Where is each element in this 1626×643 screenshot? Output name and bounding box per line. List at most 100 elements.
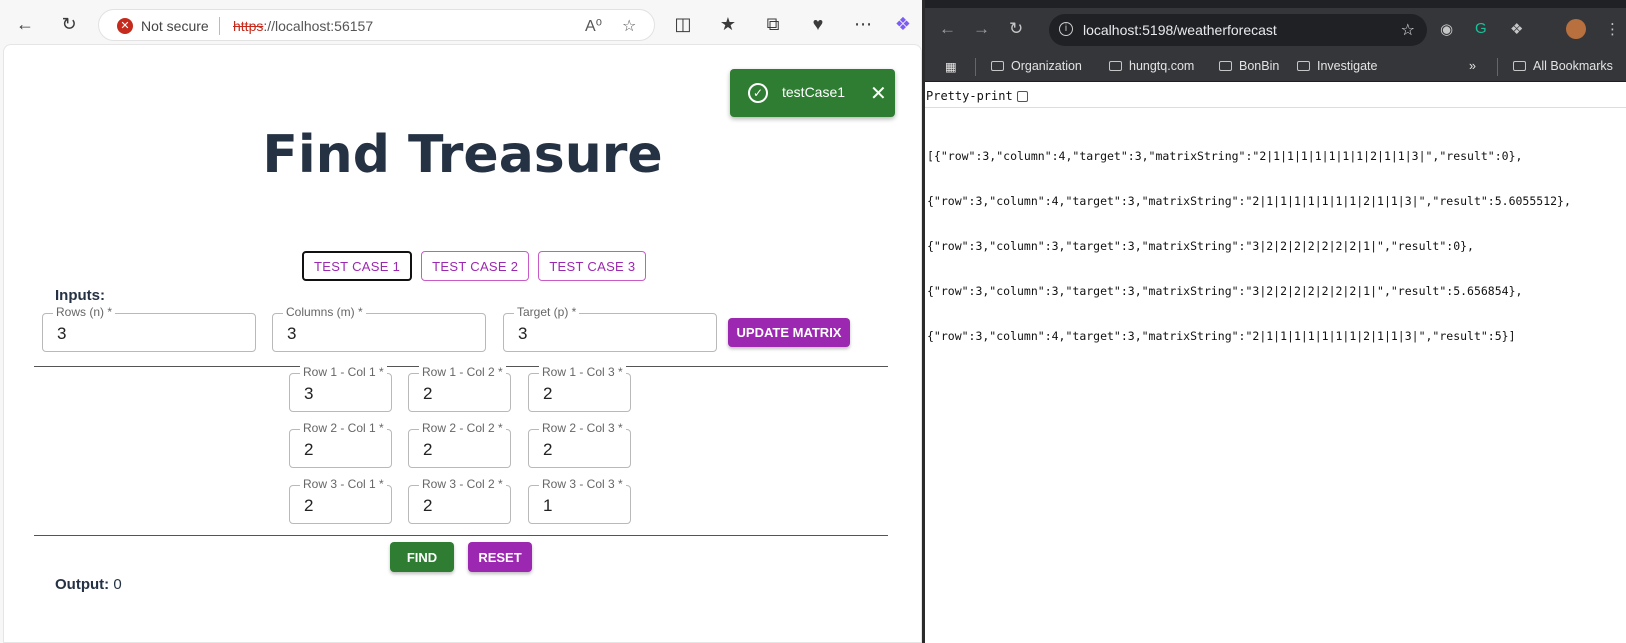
columns-field-value: 3 xyxy=(287,324,297,343)
chrome-browser-window: ← → ↻ i localhost:5198/weatherforecast ☆… xyxy=(925,0,1626,643)
pretty-print-checkbox[interactable] xyxy=(1016,90,1028,102)
close-icon[interactable]: ✕ xyxy=(870,81,887,106)
web-page: Find Treasure TEST CASE 1 TEST CASE 2 TE… xyxy=(3,44,922,643)
camera-icon[interactable]: ◉ xyxy=(1440,20,1453,38)
bookmark-hungtq[interactable]: hungtq.com xyxy=(1109,59,1194,73)
pretty-print-divider xyxy=(925,107,1626,108)
favorite-star-icon[interactable]: ☆ xyxy=(622,16,636,36)
profile-avatar[interactable] xyxy=(1566,19,1586,39)
matrix-cell-r3c2[interactable]: Row 3 - Col 2 * 2 xyxy=(408,477,511,524)
chrome-menu-icon[interactable]: ⋮ xyxy=(1605,20,1620,38)
back-icon[interactable]: ← xyxy=(10,9,40,39)
matrix-cell-r3c3[interactable]: Row 3 - Col 3 * 1 xyxy=(528,477,631,524)
matrix-cell-value: 2 xyxy=(543,384,553,403)
all-bookmarks-label: All Bookmarks xyxy=(1533,59,1613,73)
target-field[interactable]: Target (p) * 3 xyxy=(503,305,717,352)
json-line: {"row":3,"column":3,"target":3,"matrixSt… xyxy=(927,239,1474,253)
matrix-cell-label: Row 1 - Col 3 * xyxy=(539,365,626,379)
split-screen-icon[interactable]: ◫ xyxy=(668,9,698,39)
more-bookmarks-icon[interactable]: » xyxy=(1469,59,1476,73)
back-icon[interactable]: ← xyxy=(939,19,956,39)
bookmark-label: BonBin xyxy=(1239,59,1280,73)
all-bookmarks[interactable]: All Bookmarks xyxy=(1513,59,1613,73)
bookmark-label: Organization xyxy=(1011,59,1082,73)
output-label: Output: xyxy=(55,576,110,593)
matrix-cell-label: Row 3 - Col 1 * xyxy=(300,477,387,491)
read-aloud-icon[interactable]: A⁰ xyxy=(585,16,602,36)
grammarly-icon[interactable]: G xyxy=(1475,20,1487,37)
favorites-icon[interactable]: ★ xyxy=(713,9,743,39)
matrix-cell-label: Row 1 - Col 2 * xyxy=(419,365,506,379)
matrix-cell-r1c1[interactable]: Row 1 - Col 1 * 3 xyxy=(289,365,392,412)
json-line: {"row":3,"column":4,"target":3,"matrixSt… xyxy=(927,329,1516,343)
divider-bottom xyxy=(34,535,888,536)
edge-address-bar[interactable]: ✕ Not secure https://localhost:56157 A⁰ … xyxy=(98,9,655,41)
update-matrix-button[interactable]: UPDATE MATRIX xyxy=(728,318,850,347)
matrix-cell-value: 2 xyxy=(304,496,314,515)
bookmark-investigate[interactable]: Investigate xyxy=(1297,59,1377,73)
json-line: [{"row":3,"column":4,"target":3,"matrixS… xyxy=(927,149,1523,163)
matrix-cell-value: 2 xyxy=(423,384,433,403)
bookmark-separator xyxy=(1497,58,1498,76)
test-case-2-button[interactable]: TEST CASE 2 xyxy=(421,251,530,281)
matrix-cell-r3c1[interactable]: Row 3 - Col 1 * 2 xyxy=(289,477,392,524)
reset-button[interactable]: RESET xyxy=(468,542,532,572)
rows-field[interactable]: Rows (n) * 3 xyxy=(42,305,256,352)
matrix-cell-value: 2 xyxy=(304,440,314,459)
chrome-toolbar: ← → ↻ i localhost:5198/weatherforecast ☆… xyxy=(925,0,1626,52)
site-info-icon[interactable]: i xyxy=(1059,22,1073,36)
matrix-cell-value: 2 xyxy=(543,440,553,459)
url-protocol: https xyxy=(233,18,264,34)
bookmark-star-icon[interactable]: ☆ xyxy=(1401,20,1415,40)
error-icon: ✕ xyxy=(117,18,133,34)
matrix-cell-label: Row 2 - Col 2 * xyxy=(419,421,506,435)
refresh-icon[interactable]: ↻ xyxy=(54,9,84,39)
folder-icon xyxy=(1109,61,1122,71)
target-field-value: 3 xyxy=(518,324,528,343)
test-case-3-button[interactable]: TEST CASE 3 xyxy=(538,251,647,281)
rows-field-value: 3 xyxy=(57,324,67,343)
apps-grid-icon[interactable]: ▦ xyxy=(945,59,957,74)
bookmark-bonbin[interactable]: BonBin xyxy=(1219,59,1279,73)
output-value: 0 xyxy=(113,576,122,593)
collections-icon[interactable]: ⧉ xyxy=(758,9,788,39)
matrix-cell-value: 2 xyxy=(423,440,433,459)
matrix-cell-label: Row 3 - Col 3 * xyxy=(539,477,626,491)
matrix-cell-value: 2 xyxy=(423,496,433,515)
more-menu-icon[interactable]: ⋯ xyxy=(848,9,878,39)
matrix-cell-label: Row 1 - Col 1 * xyxy=(300,365,387,379)
chrome-tab-strip xyxy=(925,0,1626,8)
json-line: {"row":3,"column":3,"target":3,"matrixSt… xyxy=(927,284,1523,298)
extensions-icon[interactable]: ❖ xyxy=(1510,20,1523,38)
matrix-cell-r1c2[interactable]: Row 1 - Col 2 * 2 xyxy=(408,365,511,412)
toast-notification: ✓ testCase1 ✕ xyxy=(730,69,895,117)
find-button[interactable]: FIND xyxy=(390,542,454,572)
matrix-cell-r2c1[interactable]: Row 2 - Col 1 * 2 xyxy=(289,421,392,468)
folder-icon xyxy=(1297,61,1310,71)
bookmark-organization[interactable]: Organization xyxy=(991,59,1082,73)
address-separator xyxy=(219,17,220,35)
matrix-cell-r2c2[interactable]: Row 2 - Col 2 * 2 xyxy=(408,421,511,468)
reload-icon[interactable]: ↻ xyxy=(1009,19,1023,39)
edge-browser-window: ← ↻ ✕ Not secure https://localhost:56157… xyxy=(0,0,925,643)
forward-icon[interactable]: → xyxy=(973,19,990,39)
browser-essentials-icon[interactable]: ♥ xyxy=(803,9,833,39)
bookmarks-bar: ▦ Organization hungtq.com BonBin Investi… xyxy=(925,52,1626,82)
success-check-icon: ✓ xyxy=(748,83,768,103)
matrix-cell-value: 3 xyxy=(304,384,314,403)
rows-field-label: Rows (n) * xyxy=(53,305,116,319)
security-status[interactable]: Not secure xyxy=(141,18,209,34)
inputs-heading: Inputs: xyxy=(55,287,105,304)
matrix-cell-r2c3[interactable]: Row 2 - Col 3 * 2 xyxy=(528,421,631,468)
address-url[interactable]: https://localhost:56157 xyxy=(233,18,373,34)
chrome-url[interactable]: localhost:5198/weatherforecast xyxy=(1083,22,1277,38)
matrix-cell-label: Row 2 - Col 1 * xyxy=(300,421,387,435)
columns-field[interactable]: Columns (m) * 3 xyxy=(272,305,486,352)
bookmark-label: hungtq.com xyxy=(1129,59,1195,73)
matrix-cell-r1c3[interactable]: Row 1 - Col 3 * 2 xyxy=(528,365,631,412)
matrix-cell-value: 1 xyxy=(543,496,553,515)
chrome-address-bar[interactable]: i localhost:5198/weatherforecast ☆ xyxy=(1049,14,1427,46)
page-title: Find Treasure xyxy=(262,125,663,185)
copilot-icon[interactable]: ❖ xyxy=(888,9,918,39)
test-case-1-button[interactable]: TEST CASE 1 xyxy=(302,251,413,281)
